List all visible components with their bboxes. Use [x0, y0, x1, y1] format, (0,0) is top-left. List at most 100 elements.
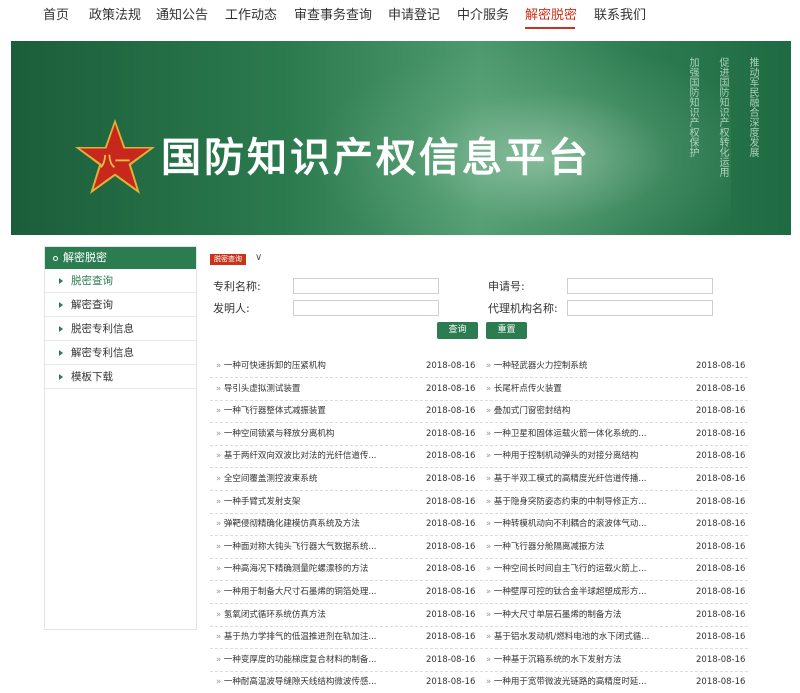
list-item: 一种转模机动向不利耦合的滚波体气动... 2018-08-16	[480, 514, 748, 537]
patent-title-link[interactable]: 叠加式门窗密封结构	[486, 401, 676, 421]
publish-date: 2018-08-16	[426, 474, 476, 484]
nav-item[interactable]: 申请登记	[388, 8, 440, 24]
inventor-label: 发明人:	[213, 302, 250, 315]
list-item: 基于热力学排气的低温推进剂在轨加注... 2018-08-16	[210, 627, 478, 650]
publish-date: 2018-08-16	[426, 519, 476, 530]
publish-date: 2018-08-16	[696, 677, 746, 688]
sidebar-item[interactable]: 脱密专利信息	[45, 317, 196, 341]
patent-title-link[interactable]: 全空间覆盖测控波束系统	[216, 469, 406, 489]
list-item: 一种变厚度的功能梯度复合材料的制备... 2018-08-16	[210, 650, 478, 672]
star-text: 八一	[99, 152, 130, 170]
patent-title-link[interactable]: 导引头虚拟测试装置	[216, 379, 406, 399]
triangle-right-icon	[59, 326, 63, 332]
patent-title-link[interactable]: 一种耐高温波导缝隙天线结构微波传感...	[216, 672, 406, 692]
nav-item[interactable]: 首页	[43, 8, 69, 24]
publish-date: 2018-08-16	[426, 383, 476, 394]
patent-name-input[interactable]	[293, 278, 439, 294]
patent-title-link[interactable]: 基于隐身突防姿态约束的中制导修正方...	[486, 492, 676, 512]
list-item: 长尾杆点传火装置 2018-08-16	[480, 379, 748, 401]
patent-title-link[interactable]: 一种空间长时间自主飞行的运载火箭上...	[486, 559, 676, 579]
nav-item[interactable]: 解密脱密	[525, 8, 577, 24]
list-item: 氢氧闭式循环系统仿真方法 2018-08-16	[210, 605, 478, 627]
nav-item[interactable]: 联系我们	[594, 8, 646, 24]
patent-title-link[interactable]: 一种用于制备大尺寸石墨烯的铜箔处理...	[216, 582, 406, 602]
patent-title-link[interactable]: 氢氧闭式循环系统仿真方法	[216, 605, 406, 625]
publish-date: 2018-08-16	[696, 609, 746, 620]
patent-title-link[interactable]: 一种卫星和固体运载火箭一体化系统的...	[486, 424, 676, 444]
nav-item[interactable]: 政策法规	[89, 8, 141, 24]
sidebar: 解密脱密 脱密查询解密查询脱密专利信息 解密专利信息 模板下载	[44, 246, 197, 630]
application-no-input[interactable]	[567, 278, 713, 294]
patent-title-link[interactable]: 一种用于宽带微波光链路的高精度时延...	[486, 672, 676, 692]
chevron-down-icon[interactable]: ∨	[255, 252, 262, 264]
patent-title-link[interactable]: 一种手臂式发射支架	[216, 492, 406, 512]
active-nav-underline	[525, 27, 575, 29]
list-item: 一种用于宽带微波光链路的高精度时延... 2018-08-16	[480, 672, 748, 693]
slogan-2: 促进国防知识产权转化运用	[717, 57, 728, 177]
reset-button[interactable]: 重置	[486, 322, 527, 339]
patent-title-link[interactable]: 一种可快速拆卸的压紧机构	[216, 356, 406, 376]
patent-title-link[interactable]: 基于半双工模式的高精度光纤信道传播...	[486, 469, 676, 489]
patent-title-link[interactable]: 一种飞行器整体式减振装置	[216, 401, 406, 421]
publish-date: 2018-08-16	[426, 564, 476, 575]
patent-title-link[interactable]: 基于两纤双向双波比对法的光纤信道传...	[216, 446, 406, 466]
patent-title-link[interactable]: 一种面对称大钝头飞行器大气数据系统...	[216, 537, 406, 557]
nav-item[interactable]: 通知公告	[156, 8, 208, 24]
sidebar-heading: 解密脱密	[45, 247, 196, 269]
nav-item[interactable]: 审查事务查询	[294, 8, 372, 24]
section-tag: 脱密查询	[210, 254, 246, 265]
triangle-right-icon	[59, 302, 63, 308]
list-item: 一种可快速拆卸的压紧机构 2018-08-16	[210, 356, 478, 378]
sidebar-item[interactable]: 模板下载	[45, 365, 196, 389]
publish-date: 2018-08-16	[426, 632, 476, 643]
list-item: 一种耐高温波导缝隙天线结构微波传感... 2018-08-16	[210, 672, 478, 693]
list-item: 一种高海况下精确测量陀螺漂移的方法 2018-08-16	[210, 559, 478, 582]
list-item: 一种空间长时间自主飞行的运载火箭上... 2018-08-16	[480, 559, 748, 582]
publish-date: 2018-08-16	[426, 361, 476, 371]
publish-date: 2018-08-16	[426, 677, 476, 688]
agency-input[interactable]	[567, 300, 713, 316]
nav-item[interactable]: 中介服务	[457, 8, 509, 24]
patent-title-link[interactable]: 一种用于控制机动弹头的对接分离结构	[486, 446, 676, 466]
sidebar-item[interactable]: 脱密查询	[45, 269, 196, 293]
list-item: 弹靶侵彻精确化建模仿真系统及方法 2018-08-16	[210, 514, 478, 537]
sidebar-item-label: 脱密查询	[71, 275, 113, 287]
publish-date: 2018-08-16	[426, 609, 476, 620]
patent-title-link[interactable]: 一种变厚度的功能梯度复合材料的制备...	[216, 650, 406, 670]
patent-title-link[interactable]: 弹靶侵彻精确化建模仿真系统及方法	[216, 514, 406, 534]
publish-date: 2018-08-16	[696, 654, 746, 665]
list-item: 基于半双工模式的高精度光纤信道传播... 2018-08-16	[480, 469, 748, 491]
inventor-input[interactable]	[293, 300, 439, 316]
publish-date: 2018-08-16	[426, 406, 476, 417]
patent-title-link[interactable]: 一种壁厚可控的钛合金半球超塑成形方...	[486, 582, 676, 602]
publish-date: 2018-08-16	[696, 496, 746, 507]
nav-item[interactable]: 工作动态	[225, 8, 277, 24]
search-button[interactable]: 查询	[437, 322, 478, 339]
list-item: 叠加式门窗密封结构 2018-08-16	[480, 401, 748, 424]
publish-date: 2018-08-16	[696, 474, 746, 484]
sidebar-item-label: 解密查询	[71, 299, 113, 311]
triangle-right-icon	[59, 374, 63, 380]
patent-title-link[interactable]: 一种转模机动向不利耦合的滚波体气动...	[486, 514, 676, 534]
publish-date: 2018-08-16	[696, 541, 746, 552]
patent-title-link[interactable]: 基于铝水发动机/燃料电池的水下闭式循...	[486, 627, 676, 647]
sidebar-item[interactable]: 解密专利信息	[45, 341, 196, 365]
patent-title-link[interactable]: 一种轻武器火力控制系统	[486, 356, 676, 376]
hero-banner: 八一 国防知识产权信息平台 推动军民融合深度发展 促进国防知识产权转化运用 加强…	[11, 41, 791, 235]
list-item: 一种轻武器火力控制系统 2018-08-16	[480, 356, 748, 378]
top-nav: 首页 政策法规 通知公告 工作动态 审查事务查询 申请登记 中介服务 解密脱密 联系我们	[0, 0, 800, 34]
patent-title-link[interactable]: 一种基于沉箱系统的水下发射方法	[486, 650, 676, 670]
patent-title-link[interactable]: 一种高海况下精确测量陀螺漂移的方法	[216, 559, 406, 579]
publish-date: 2018-08-16	[426, 496, 476, 507]
patent-name-label: 专利名称:	[213, 280, 261, 293]
slogan-1: 推动军民融合深度发展	[747, 57, 758, 157]
patent-title-link[interactable]: 长尾杆点传火装置	[486, 379, 676, 399]
list-item: 一种壁厚可控的钛合金半球超塑成形方... 2018-08-16	[480, 582, 748, 604]
patent-title-link[interactable]: 一种飞行器分舱隔离减振方法	[486, 537, 676, 557]
list-item: 一种用于控制机动弹头的对接分离结构 2018-08-16	[480, 446, 748, 469]
patent-title-link[interactable]: 一种空间锁紧与释放分离机构	[216, 424, 406, 444]
sidebar-item[interactable]: 解密查询	[45, 293, 196, 317]
patent-title-link[interactable]: 一种大尺寸单层石墨烯的制备方法	[486, 605, 676, 625]
list-item: 一种飞行器分舱隔离减振方法 2018-08-16	[480, 537, 748, 559]
patent-title-link[interactable]: 基于热力学排气的低温推进剂在轨加注...	[216, 627, 406, 647]
